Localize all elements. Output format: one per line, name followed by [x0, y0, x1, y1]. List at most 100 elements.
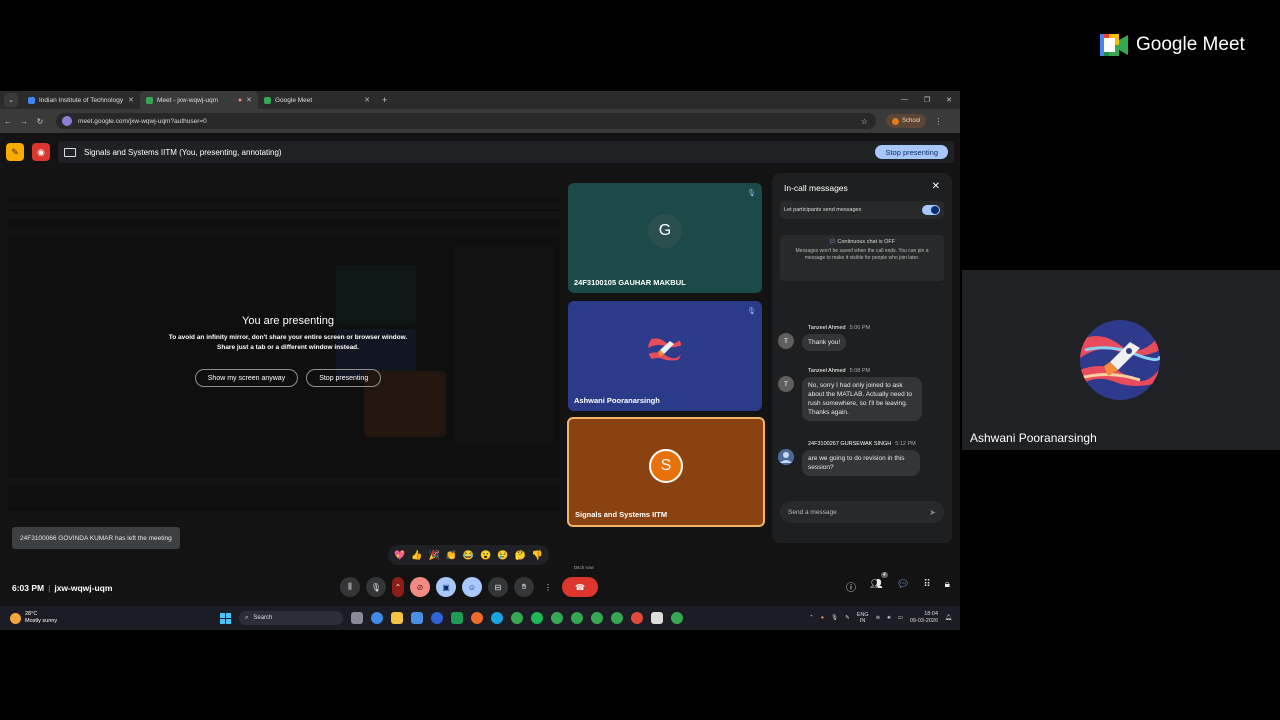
site-info-icon[interactable] [62, 116, 72, 126]
sad-reaction-icon[interactable]: 😢 [497, 550, 508, 561]
message-header: Tanzeel Ahmed 5:06 PM [808, 325, 870, 331]
chat-message: T Tanzeel Ahmed 5:06 PM Thank you! [778, 325, 946, 355]
stop-presenting-button[interactable]: Stop presenting [875, 145, 948, 159]
annotation-toggle-icon[interactable]: ✎ [6, 143, 24, 161]
heart-reaction-icon[interactable]: 💖 [394, 550, 405, 561]
call-controls-bar: 6:03 PM | jxw-wqwj-uqm ⫼ 🎙︎ ⌃ ⊘ ▣ ☺ ⊟ ✋︎ ⋮… [0, 565, 960, 605]
file-explorer-icon[interactable] [391, 612, 403, 624]
copilot-icon[interactable] [371, 612, 383, 624]
back-icon[interactable]: ← [0, 117, 16, 126]
new-tab-icon[interactable]: + [382, 95, 387, 105]
pen-icon[interactable]: ✎ [845, 615, 850, 621]
shared-screen: ⌄ Indian Institute of Technology M ✕ Mee… [0, 91, 960, 630]
surprised-reaction-icon[interactable]: 😮 [480, 550, 491, 561]
reactions-bar: 💖 👍 🎉 👏 😂 😮 😢 🤔 👎 [388, 545, 549, 565]
thumbs-down-reaction-icon[interactable]: 👎 [532, 550, 543, 561]
minimize-icon[interactable]: — [901, 96, 908, 104]
chrome-icon[interactable] [591, 612, 603, 624]
tab-search-button[interactable]: ⌄ [4, 93, 18, 107]
present-screen-button[interactable]: ▣ [436, 577, 456, 597]
left-meeting-toast: 24F3100066 GOVINDA KUMAR has left the me… [12, 527, 180, 549]
clap-reaction-icon[interactable]: 👏 [446, 550, 457, 561]
raise-hand-icon[interactable]: ✋︎ [514, 577, 534, 597]
leave-call-button[interactable]: ☎︎ [562, 577, 598, 597]
meeting-info: 6:03 PM | jxw-wqwj-uqm [12, 583, 113, 593]
taskbar-clock[interactable]: 18:04 09-03-2026 [910, 611, 938, 625]
restore-icon[interactable]: ❐ [924, 96, 930, 104]
excel-icon[interactable] [451, 612, 463, 624]
laugh-reaction-icon[interactable]: 😂 [463, 550, 474, 561]
participant-tile[interactable]: 🎙︎ Ashwani Pooranarsingh [568, 301, 762, 411]
chrome-icon[interactable] [551, 612, 563, 624]
people-icon[interactable]: 👥︎ 4 [870, 572, 888, 594]
show-screen-anyway-button[interactable]: Show my screen anyway [194, 369, 299, 387]
volume-icon[interactable]: 🔊︎ [887, 615, 890, 622]
party-reaction-icon[interactable]: 🎉 [428, 550, 439, 561]
task-view-icon[interactable] [351, 612, 363, 624]
send-icon[interactable]: ➤ [929, 508, 936, 517]
close-icon[interactable]: ✕ [932, 181, 940, 192]
live-broadcast-icon[interactable]: ◉ [32, 143, 50, 161]
wifi-icon[interactable]: ≋ [876, 615, 881, 621]
store-icon[interactable] [411, 612, 423, 624]
send-message-input[interactable]: Send a message ➤ [780, 501, 944, 523]
browser-menu-icon[interactable]: ⋮ [934, 117, 942, 126]
thumbs-up-reaction-icon[interactable]: 👍 [411, 550, 422, 561]
participant-tile-active[interactable]: S Signals and Systems IITM [567, 417, 765, 527]
close-icon[interactable]: ✕ [364, 96, 370, 104]
bookmark-star-icon[interactable]: ☆ [861, 117, 868, 126]
browser-tab[interactable]: Google Meet ✕ [258, 91, 376, 109]
spotify-icon[interactable] [531, 612, 543, 624]
camera-off-icon[interactable]: ⊘ [410, 577, 430, 597]
battery-icon[interactable]: ▭ [898, 615, 903, 621]
microphone-icon[interactable]: 🎙︎ [366, 577, 386, 597]
chrome-icon[interactable] [571, 612, 583, 624]
taskbar-search[interactable]: ⌕ Search [239, 611, 343, 625]
chat-icon[interactable]: 💬︎ [897, 579, 910, 594]
browser-tab-bar: ⌄ Indian Institute of Technology M ✕ Mee… [0, 91, 960, 109]
allow-messages-toggle[interactable] [922, 205, 940, 215]
language-indicator[interactable]: ENG IN [857, 612, 869, 624]
app-icon[interactable] [651, 612, 663, 624]
notification-bell-icon[interactable]: 🔔︎ [945, 615, 952, 621]
microphone-icon[interactable]: 🎙︎ [831, 615, 838, 621]
profile-button[interactable]: School [886, 114, 927, 128]
emoji-icon[interactable]: ☺ [462, 577, 482, 597]
tray-app-icon[interactable]: ● [821, 615, 824, 621]
forward-icon[interactable]: → [16, 117, 32, 126]
host-controls-icon[interactable]: 🔒︎ [945, 579, 950, 594]
browser-tab[interactable]: Indian Institute of Technology M ✕ [22, 91, 140, 109]
message-time: 5:06 PM [849, 325, 871, 331]
url-input[interactable]: meet.google.com/jxw-wqwj-uqm?authuser=0 … [56, 113, 876, 129]
app-icon[interactable] [631, 612, 643, 624]
close-icon[interactable]: ✕ [246, 96, 252, 104]
message-text: are we going to do revision in this sess… [802, 450, 920, 476]
meeting-details-icon[interactable]: ⓘ [846, 579, 856, 594]
participant-tile[interactable]: 🎙︎ G 24F3100105 GAUHAR MAKBUL [568, 183, 762, 293]
captions-icon[interactable]: ⊟ [488, 577, 508, 597]
close-icon[interactable]: ✕ [128, 96, 134, 104]
weather-widget[interactable]: 28°C Mostly sunny [0, 611, 220, 625]
firefox-icon[interactable] [471, 612, 483, 624]
rocket-avatar-icon [648, 332, 682, 367]
reload-icon[interactable]: ↻ [32, 117, 48, 126]
dell-icon[interactable] [431, 612, 443, 624]
close-window-icon[interactable]: ✕ [946, 96, 952, 104]
chrome-icon[interactable] [511, 612, 523, 624]
windows-start-icon[interactable] [220, 612, 231, 624]
browser-tab-active[interactable]: Meet - jxw-wqwj-uqm ● ✕ [140, 91, 258, 109]
edge-icon[interactable] [491, 612, 503, 624]
participant-tile-self[interactable]: Ashwani Pooranarsingh [962, 270, 1280, 450]
continuous-title-text: Continuous chat is OFF [837, 239, 896, 245]
audio-settings-icon[interactable]: ⫼ [340, 577, 360, 597]
activities-icon[interactable]: ⠿ [923, 579, 930, 594]
camera-options-chevron-icon[interactable]: ⌃ [392, 577, 404, 597]
chevron-up-icon[interactable]: ⌃ [809, 615, 814, 621]
chrome-icon[interactable] [671, 612, 683, 624]
thinking-reaction-icon[interactable]: 🤔 [515, 550, 526, 561]
chrome-icon[interactable] [611, 612, 623, 624]
stop-presenting-dialog-button[interactable]: Stop presenting [306, 369, 382, 387]
permission-label: Let participants send messages [784, 207, 862, 213]
more-options-icon[interactable]: ⋮ [540, 577, 556, 597]
chat-message: T Tanzeel Ahmed 5:08 PM No, sorry I had o… [778, 368, 946, 428]
